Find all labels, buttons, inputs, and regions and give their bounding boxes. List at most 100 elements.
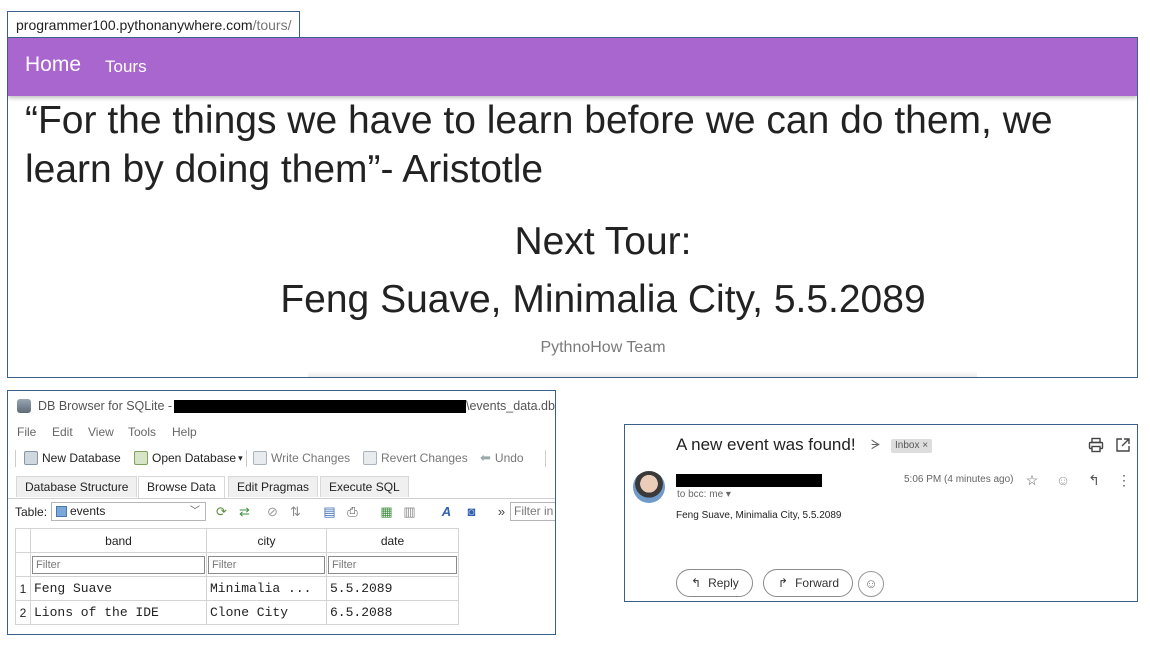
importance-icon[interactable]: ᗒ — [871, 437, 880, 453]
chevron-down-icon: ﹀ — [190, 506, 200, 517]
tab-database-structure[interactable]: Database Structure — [16, 476, 138, 497]
db-tab-bar: Database Structure Browse Data Edit Prag… — [8, 476, 555, 499]
db-menu-bar: File Edit View Tools Help — [8, 423, 555, 441]
reply-label: Reply — [708, 576, 739, 590]
revert-changes-button[interactable]: Revert Changes — [363, 449, 468, 467]
revert-changes-icon — [363, 451, 377, 465]
email-body: Feng Suave, Minimalia City, 5.5.2089 — [676, 510, 842, 521]
column-header-city[interactable]: city — [206, 528, 327, 553]
menu-tools[interactable]: Tools — [128, 425, 156, 439]
sort-icon[interactable]: ⇅ — [287, 504, 304, 520]
open-database-label: Open Database — [152, 451, 237, 465]
filter-cell-city: Filter — [206, 552, 327, 577]
revert-changes-label: Revert Changes — [381, 451, 468, 465]
toolbar-separator-end — [545, 450, 546, 467]
insert-record-icon[interactable]: ▦ — [378, 504, 395, 520]
undo-label: Undo — [494, 451, 524, 465]
email-subject: A new event was found! — [676, 435, 856, 454]
sender-avatar[interactable] — [633, 471, 665, 503]
save-view-icon[interactable]: ▤ — [321, 504, 338, 520]
reply-button[interactable]: ↰ Reply — [676, 569, 753, 597]
table-select[interactable]: events ﹀ — [51, 502, 206, 521]
filter-all-input[interactable]: Filter in a — [510, 502, 555, 521]
table-row[interactable]: 2 Lions of the IDE Clone City 6.5.2088 — [15, 600, 459, 625]
font-format-icon[interactable]: A — [438, 504, 455, 520]
filter-input-band[interactable]: Filter — [32, 555, 205, 574]
inbox-label-chip[interactable]: Inbox × — [891, 439, 933, 453]
table-row[interactable]: 1 Feng Suave Minimalia ... 5.5.2089 — [15, 576, 459, 601]
forward-button[interactable]: ↱ Forward — [763, 569, 854, 597]
next-tour-value: Feng Suave, Minimalia City, 5.5.2089 — [280, 278, 926, 321]
email-message: A new event was found! ᗒ Inbox × to bcc:… — [624, 424, 1138, 602]
tours-webpage: Home Tours “For the things we have to le… — [7, 37, 1138, 378]
browser-url-bar[interactable]: programmer100.pythonanywhere.com/tours/ — [7, 11, 301, 37]
row-number[interactable]: 1 — [15, 576, 31, 601]
write-changes-icon — [253, 451, 267, 465]
cell-city[interactable]: Minimalia ... — [206, 576, 327, 601]
star-icon[interactable]: ☆ — [1023, 471, 1041, 489]
cell-band[interactable]: Feng Suave — [30, 576, 207, 601]
cell-date[interactable]: 5.5.2089 — [326, 576, 459, 601]
cell-date[interactable]: 6.5.2088 — [326, 600, 459, 625]
redacted-sender — [676, 474, 822, 487]
write-changes-label: Write Changes — [271, 451, 351, 465]
open-database-button[interactable]: Open Database ▾ — [134, 449, 243, 467]
filter-cell-band: Filter — [30, 552, 207, 577]
print-table-icon[interactable]: ⎙ — [344, 504, 361, 520]
tab-edit-pragmas[interactable]: Edit Pragmas — [228, 476, 319, 497]
nav-tours-link[interactable]: Tours — [105, 57, 147, 77]
filter-row-header — [15, 552, 31, 577]
new-database-icon — [24, 451, 38, 465]
emoji-reaction-icon[interactable]: ☺ — [1054, 471, 1072, 489]
menu-help[interactable]: Help — [172, 425, 197, 439]
delete-record-icon[interactable]: ▥ — [401, 504, 418, 520]
table-label: Table: — [15, 505, 48, 519]
reply-icon[interactable]: ↰ — [1085, 471, 1103, 489]
write-changes-button[interactable]: Write Changes — [253, 449, 350, 467]
db-toolbar: New Database Open Database ▾ Write Chang… — [8, 446, 555, 470]
open-in-new-window-icon[interactable] — [1115, 437, 1131, 453]
table-toolbar: Table: events ﹀ ⟳ ⇄ ⊘ ⇅ ▤ ⎙ ▦ ▥ A ◙ » Fi… — [8, 501, 555, 523]
next-tour-heading: Next Tour: — [514, 220, 692, 263]
more-options-icon[interactable]: ⋮ — [1115, 471, 1133, 489]
text-color-icon[interactable]: ◙ — [463, 504, 480, 520]
add-reaction-button[interactable]: ☺ — [858, 571, 884, 597]
tab-execute-sql[interactable]: Execute SQL — [320, 476, 409, 497]
undo-button[interactable]: ⬅ Undo — [480, 449, 524, 467]
quote-text: “For the things we have to learn before … — [25, 99, 1053, 191]
cell-band[interactable]: Lions of the IDE — [30, 600, 207, 625]
column-header-band[interactable]: band — [30, 528, 207, 553]
new-database-button[interactable]: New Database — [24, 449, 121, 467]
filter-cell-date: Filter — [326, 552, 459, 577]
database-app-icon — [17, 399, 31, 413]
menu-file[interactable]: File — [17, 425, 36, 439]
corner-cell — [15, 528, 31, 553]
db-title-bar: DB Browser for SQLite - \events_data.db — [8, 391, 555, 421]
print-icon[interactable] — [1088, 437, 1104, 453]
open-database-icon — [134, 451, 148, 465]
table-icon — [56, 506, 67, 517]
db-window-title: DB Browser for SQLite - — [38, 399, 173, 413]
forward-arrow-icon: ↱ — [778, 576, 789, 590]
tab-browse-data[interactable]: Browse Data — [138, 476, 225, 498]
sync-icon[interactable]: ⇄ — [236, 504, 253, 520]
nav-home-link[interactable]: Home — [25, 53, 81, 77]
undo-icon: ⬅ — [480, 450, 491, 465]
row-number[interactable]: 2 — [15, 600, 31, 625]
redacted-path — [174, 400, 466, 413]
refresh-icon[interactable]: ⟳ — [213, 504, 230, 520]
column-header-date[interactable]: date — [326, 528, 459, 553]
recipient-line[interactable]: to bcc: me ▾ — [677, 489, 731, 500]
team-footer: PythnoHow Team — [540, 339, 666, 356]
menu-view[interactable]: View — [88, 425, 114, 439]
filter-input-date[interactable]: Filter — [328, 555, 457, 574]
menu-edit[interactable]: Edit — [52, 425, 73, 439]
clear-filters-icon[interactable]: ⊘ — [264, 504, 281, 520]
site-navbar: Home Tours — [8, 38, 1137, 96]
forward-label: Forward — [795, 576, 840, 590]
more-tools-icon[interactable]: » — [493, 504, 510, 520]
cell-city[interactable]: Clone City — [206, 600, 327, 625]
db-browser-window: DB Browser for SQLite - \events_data.db … — [7, 390, 556, 635]
email-timestamp: 5:06 PM (4 minutes ago) — [904, 474, 1014, 485]
filter-input-city[interactable]: Filter — [208, 555, 325, 574]
